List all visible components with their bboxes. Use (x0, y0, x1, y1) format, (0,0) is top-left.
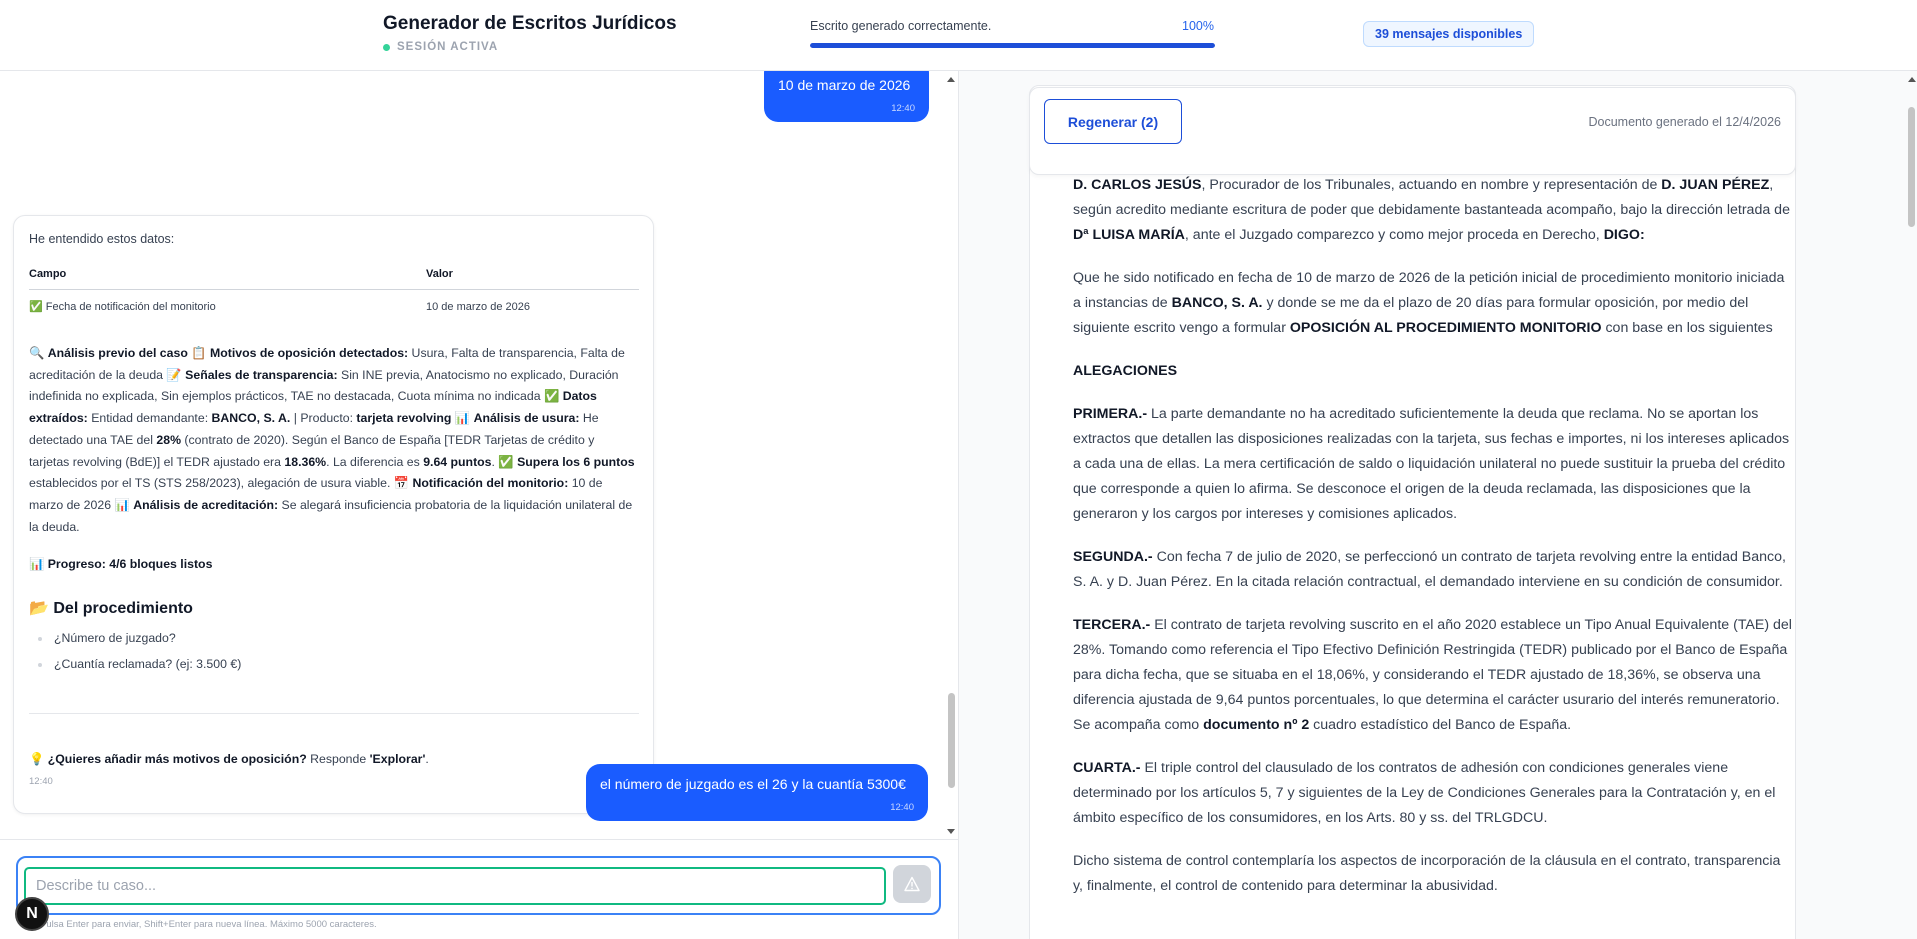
regenerate-button[interactable]: Regenerar (2) (1044, 99, 1182, 144)
case-analysis: 🔍 Análisis previo del caso 📋 Motivos de … (29, 346, 635, 534)
send-button[interactable] (893, 865, 931, 903)
message-time: 12:40 (29, 776, 53, 788)
progress-bar-fill (810, 43, 1215, 48)
document-scrollbar-thumb[interactable] (1908, 107, 1915, 227)
question-list: ¿Número de juzgado? ¿Cuantía reclamada? … (29, 628, 638, 680)
progress-bar (810, 43, 1215, 48)
app-header: Generador de Escritos Jurídicos SESIÓN A… (0, 0, 1917, 71)
avatar[interactable]: N (15, 897, 49, 931)
table-cell: ✅ Fecha de notificación del monitorio (29, 301, 216, 313)
table-header: Campo (29, 268, 426, 290)
chat-scrollbar-thumb[interactable] (948, 693, 955, 788)
table-cell: 10 de marzo de 2026 (426, 300, 530, 313)
table-row: ✅ Fecha de notificación del monitorio 10… (29, 290, 639, 314)
alegaciones-heading: ALEGACIONES (1073, 363, 1178, 379)
document-paragraph: SEGUNDA.- Con fecha 7 de julio de 2020, … (1073, 549, 1786, 590)
extracted-data-table: Campo Valor ✅ Fecha de notificación del … (29, 268, 639, 313)
section-title: 📂 Del procedimiento (29, 600, 193, 618)
document-generated-date: Documento generado el 12/4/2026 (1588, 115, 1781, 129)
session-status: SESIÓN ACTIVA (383, 41, 498, 53)
warning-triangle-icon (904, 876, 920, 892)
status-dot-icon (383, 43, 390, 51)
document-paragraph: Dicho sistema de control contemplaría lo… (1073, 853, 1781, 894)
list-item: ¿Cuantía reclamada? (ej: 3.500 €) (29, 654, 638, 680)
document-body: D. CARLOS JESÚS, Procurador de los Tribu… (1073, 173, 1793, 917)
document-paragraph: Que he sido notificado en fecha de 10 de… (1073, 270, 1785, 336)
session-status-label: SESIÓN ACTIVA (397, 41, 499, 53)
user-message-text: el número de juzgado es el 26 y la cuant… (600, 776, 906, 792)
input-hint: Pulsa Enter para enviar, Shift+Enter par… (40, 919, 377, 930)
progress-percent: 100% (1182, 19, 1214, 33)
document-paragraph: PRIMERA.- La parte demandante no ha acre… (1073, 406, 1790, 522)
message-time: 12:40 (890, 802, 914, 813)
divider (29, 713, 639, 715)
case-description-input[interactable] (24, 867, 886, 905)
table-header: Valor (426, 268, 639, 290)
scroll-up-icon[interactable] (1908, 77, 1916, 82)
user-message-text: 10 de marzo de 2026 (778, 77, 911, 93)
progress-label: Escrito generado correctamente. (810, 19, 992, 33)
user-message: 10 de marzo de 2026 12:40 (764, 71, 929, 122)
messages-available-badge: 39 mensajes disponibles (1363, 21, 1535, 47)
assistant-message: He entendido estos datos: Campo Valor ✅ … (13, 215, 654, 814)
app-title: Generador de Escritos Jurídicos (383, 13, 677, 34)
document-paragraph: CUARTA.- El triple control del clausulad… (1073, 760, 1776, 826)
assistant-intro: He entendido estos datos: (29, 232, 175, 246)
explore-prompt: 💡 ¿Quieres añadir más motivos de oposici… (29, 752, 429, 767)
chat-panel[interactable]: 10 de marzo de 2026 12:40 He entendido e… (0, 71, 958, 839)
user-message: el número de juzgado es el 26 y la cuant… (586, 764, 928, 821)
list-item: ¿Número de juzgado? (29, 628, 638, 654)
blocks-progress: 📊 Progreso: 4/6 bloques listos (29, 557, 213, 572)
document-paragraph: TERCERA.- El contrato de tarjeta revolvi… (1073, 617, 1792, 733)
document-toolbar: Regenerar (2) Documento generado el 12/4… (1029, 87, 1796, 175)
scroll-down-icon[interactable] (947, 829, 955, 834)
document-paragraph: D. CARLOS JESÚS, Procurador de los Tribu… (1073, 177, 1790, 243)
message-time: 12:40 (891, 103, 915, 114)
scroll-up-icon[interactable] (947, 77, 955, 82)
